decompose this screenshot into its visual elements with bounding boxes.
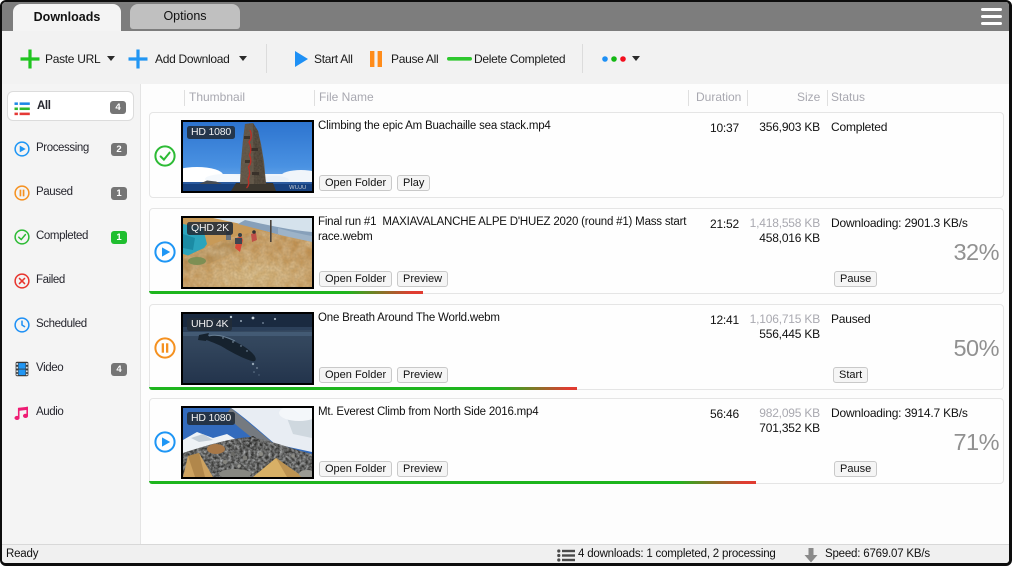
svg-text:WUJU: WUJU <box>289 185 306 191</box>
